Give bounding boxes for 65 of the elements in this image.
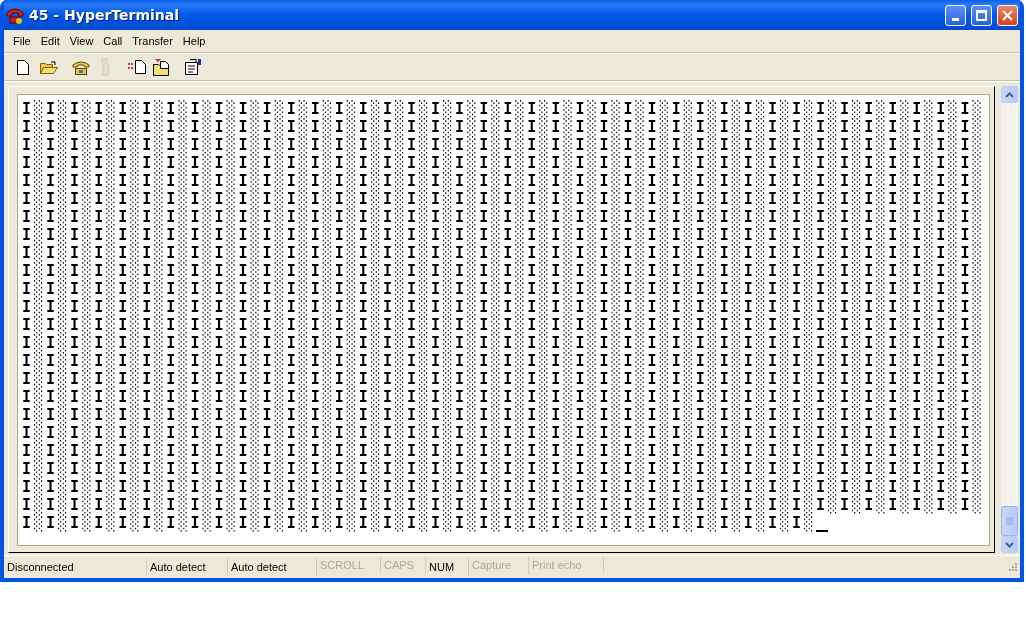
terminal-line: I░I░I░I░I░I░I░I░I░I░I░I░I░I░I░I░I░I░I░I░I░I░I░I░I░I░I░I░I░I░I░I░I░I░I░I░I░I░I░I░ (22, 460, 985, 478)
menu-item[interactable]: File (8, 35, 36, 47)
status-pane: NUM (426, 558, 469, 576)
terminal-line: I░I░I░I░I░I░I░I░I░I░I░I░I░I░I░I░I░I░I░I░I░I░I░I░I░I░I░I░I░I░I░I░I░I░I░I░I░I░I░I░ (22, 280, 985, 298)
terminal-line: I░I░I░I░I░I░I░I░I░I░I░I░I░I░I░I░I░I░I░I░I░I░I░I░I░I░I░I░I░I░I░I░I░I░I░I░I░I░I░I░ (22, 298, 985, 316)
resize-grip-icon[interactable] (1006, 561, 1018, 573)
close-icon (1002, 9, 1013, 21)
properties-icon (184, 59, 202, 75)
receive-file-icon (152, 58, 170, 76)
terminal-line: I░I░I░I░I░I░I░I░I░I░I░I░I░I░I░I░I░I░I░I░I░I░I░I░I░I░I░I░I░I░I░I░I░I░I░I░I░I░I░I░ (22, 334, 985, 352)
minimize-button[interactable] (945, 4, 966, 26)
terminal-line: I░I░I░I░I░I░I░I░I░I░I░I░I░I░I░I░I░I░I░I░I░I░I░I░I░I░I░I░I░I░I░I░I░ (22, 514, 817, 532)
status-pane: Print echo (529, 556, 604, 574)
terminal-line: I░I░I░I░I░I░I░I░I░I░I░I░I░I░I░I░I░I░I░I░I░I░I░I░I░I░I░I░I░I░I░I░I░I░I░I░I░I░I░I░ (22, 352, 985, 370)
window-title: 45 - HyperTerminal (29, 7, 180, 23)
toolbar-button[interactable] (182, 56, 204, 78)
terminal-line: I░I░I░I░I░I░I░I░I░I░I░I░I░I░I░I░I░I░I░I░I░I░I░I░I░I░I░I░I░I░I░I░I░I░I░I░I░I░I░I░ (22, 136, 985, 154)
terminal-line: I░I░I░I░I░I░I░I░I░I░I░I░I░I░I░I░I░I░I░I░I░I░I░I░I░I░I░I░I░I░I░I░I░I░I░I░I░I░I░I░ (22, 100, 985, 118)
terminal-line: I░I░I░I░I░I░I░I░I░I░I░I░I░I░I░I░I░I░I░I░I░I░I░I░I░I░I░I░I░I░I░I░I░I░I░I░I░I░I░I░ (22, 406, 985, 424)
terminal-line: I░I░I░I░I░I░I░I░I░I░I░I░I░I░I░I░I░I░I░I░I░I░I░I░I░I░I░I░I░I░I░I░I░I░I░I░I░I░I░I░ (22, 172, 985, 190)
telephone-icon (98, 58, 112, 76)
scroll-thumb[interactable] (1001, 506, 1018, 536)
minimize-icon (952, 17, 959, 21)
vertical-scrollbar[interactable] (1001, 86, 1018, 553)
caret-icon (1005, 91, 1014, 98)
menu-item[interactable]: View (64, 35, 99, 47)
text-cursor (816, 530, 829, 532)
caret-icon (1005, 541, 1014, 548)
terminal-line: I░I░I░I░I░I░I░I░I░I░I░I░I░I░I░I░I░I░I░I░I░I░I░I░I░I░I░I░I░I░I░I░I░I░I░I░I░I░I░I░ (22, 118, 985, 136)
status-pane: Auto detect (228, 558, 317, 576)
status-pane: CAPS (381, 556, 426, 574)
terminal-line: I░I░I░I░I░I░I░I░I░I░I░I░I░I░I░I░I░I░I░I░I░I░I░I░I░I░I░I░I░I░I░I░I░I░I░I░I░I░I░I░ (22, 190, 985, 208)
terminal-line: I░I░I░I░I░I░I░I░I░I░I░I░I░I░I░I░I░I░I░I░I░I░I░I░I░I░I░I░I░I░I░I░I░I░I░I░I░I░I░I░ (22, 478, 985, 496)
menu-item[interactable]: Edit (35, 35, 65, 47)
close-button[interactable] (997, 4, 1018, 26)
terminal-line: I░I░I░I░I░I░I░I░I░I░I░I░I░I░I░I░I░I░I░I░I░I░I░I░I░I░I░I░I░I░I░I░I░I░I░I░I░I░I░I░ (22, 496, 985, 514)
scroll-up-button[interactable] (1001, 86, 1018, 103)
menu-item[interactable]: Transfer (127, 35, 178, 47)
open-folder-icon (40, 60, 58, 74)
terminal-line: I░I░I░I░I░I░I░I░I░I░I░I░I░I░I░I░I░I░I░I░I░I░I░I░I░I░I░I░I░I░I░I░I░I░I░I░I░I░I░I░ (22, 244, 985, 262)
terminal-line: I░I░I░I░I░I░I░I░I░I░I░I░I░I░I░I░I░I░I░I░I░I░I░I░I░I░I░I░I░I░I░I░I░I░I░I░I░I░I░I░ (22, 154, 985, 172)
terminal-line: I░I░I░I░I░I░I░I░I░I░I░I░I░I░I░I░I░I░I░I░I░I░I░I░I░I░I░I░I░I░I░I░I░I░I░I░I░I░I░I░ (22, 316, 985, 334)
status-pane: SCROLL (317, 556, 381, 574)
menu-item[interactable]: Help (177, 35, 211, 47)
telephone-icon (6, 6, 24, 24)
terminal-line: I░I░I░I░I░I░I░I░I░I░I░I░I░I░I░I░I░I░I░I░I░I░I░I░I░I░I░I░I░I░I░I░I░I░I░I░I░I░I░I░ (22, 208, 985, 226)
new-document-icon (17, 59, 29, 75)
status-pane: Auto detect (147, 558, 228, 576)
terminal-line: I░I░I░I░I░I░I░I░I░I░I░I░I░I░I░I░I░I░I░I░I░I░I░I░I░I░I░I░I░I░I░I░I░I░I░I░I░I░I░I░ (22, 388, 985, 406)
grip-icon (1006, 517, 1013, 525)
terminal-screen[interactable] (17, 94, 990, 546)
telephone-icon (72, 59, 90, 75)
scroll-down-button[interactable] (1001, 536, 1018, 553)
status-pane: Capture (469, 556, 529, 574)
status-pane: Disconnected (4, 558, 147, 576)
terminal-line: I░I░I░I░I░I░I░I░I░I░I░I░I░I░I░I░I░I░I░I░I░I░I░I░I░I░I░I░I░I░I░I░I░I░I░I░I░I░I░I░ (22, 262, 985, 280)
terminal-line: I░I░I░I░I░I░I░I░I░I░I░I░I░I░I░I░I░I░I░I░I░I░I░I░I░I░I░I░I░I░I░I░I░I░I░I░I░I░I░I░ (22, 424, 985, 442)
maximize-button[interactable] (971, 4, 992, 26)
toolbar-button[interactable] (150, 56, 172, 78)
terminal-line: I░I░I░I░I░I░I░I░I░I░I░I░I░I░I░I░I░I░I░I░I░I░I░I░I░I░I░I░I░I░I░I░I░I░I░I░I░I░I░I░ (22, 442, 985, 460)
send-file-icon (128, 60, 146, 74)
menu-item[interactable]: Call (98, 35, 128, 47)
terminal-line: I░I░I░I░I░I░I░I░I░I░I░I░I░I░I░I░I░I░I░I░I░I░I░I░I░I░I░I░I░I░I░I░I░I░I░I░I░I░I░I░ (22, 226, 985, 244)
maximize-icon (976, 9, 987, 21)
terminal-line: I░I░I░I░I░I░I░I░I░I░I░I░I░I░I░I░I░I░I░I░I░I░I░I░I░I░I░I░I░I░I░I░I░I░I░I░I░I░I░I░ (22, 370, 985, 388)
